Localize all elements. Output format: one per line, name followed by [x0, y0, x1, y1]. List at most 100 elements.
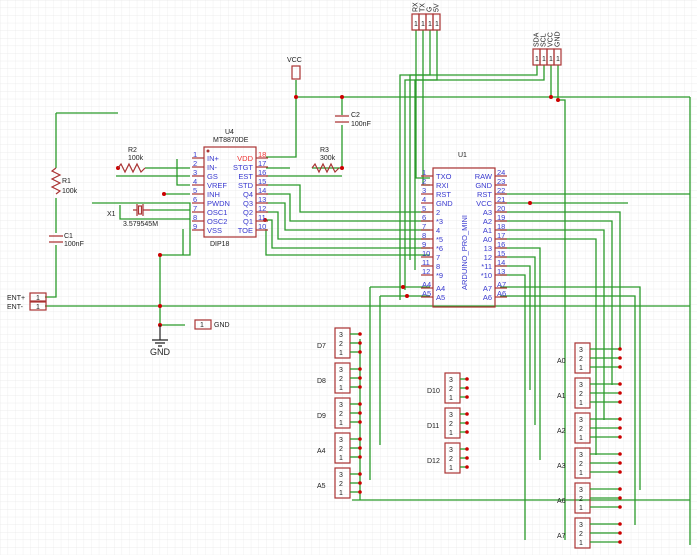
u1-pin-number: A4 [422, 280, 431, 289]
u4-pin-number: 17 [258, 159, 266, 168]
connector-pin-number: 2 [449, 421, 453, 428]
connector-label: D8 [317, 378, 326, 385]
header-pin-label: G [427, 7, 434, 12]
junction [618, 426, 622, 430]
junction [618, 417, 622, 421]
connector-pin-number: 3 [449, 377, 453, 384]
junction [465, 386, 469, 390]
u1-pin-number: 18 [497, 222, 505, 231]
u1-pin-number: 20 [497, 204, 505, 213]
connector-pin-number: 3 [579, 487, 583, 494]
junction [465, 395, 469, 399]
gnd-connector-pin: 1 [200, 322, 204, 329]
connector-label: A4 [317, 448, 326, 455]
header-pin-number: 1 [421, 21, 425, 28]
junction [618, 496, 622, 500]
u4-pin-name: Q2 [243, 208, 253, 217]
junction [618, 531, 622, 535]
header-pin-label: VCC [548, 32, 555, 47]
u1-pin-name: A0 [483, 235, 492, 244]
gnd-symbol-label: GND [150, 347, 171, 357]
connector-pin-number: 2 [339, 411, 343, 418]
u4-pin-number: 12 [258, 204, 266, 213]
junction [358, 385, 362, 389]
schematic-canvas: U4 MT8870DE DIP18 1 IN+ 2 IN- 3 GS 4 VREF 5 INH 6 P… [0, 0, 697, 555]
connector-pin-number: 1 [449, 430, 453, 437]
u4-pin-name: IN+ [207, 154, 220, 163]
header-pin-label: RX [413, 2, 420, 12]
u1-pin-number: 23 [497, 177, 505, 186]
connector-pin-number: 3 [579, 347, 583, 354]
connector-label: A2 [557, 428, 566, 435]
junction [618, 365, 622, 369]
ent-plus-label: ENT+ [7, 295, 25, 302]
u4-pin-name: OSC1 [207, 208, 227, 217]
header-pin-number: 1 [549, 56, 553, 63]
u4-ref: U4 [225, 129, 234, 136]
connector-pin-number: 1 [579, 470, 583, 477]
u4-pin-name: TOE [238, 226, 253, 235]
vcc-label: VCC [287, 57, 302, 64]
u1-pin-number: 24 [497, 168, 505, 177]
connector-pin-number: 3 [339, 332, 343, 339]
u1-pin-number: 10 [422, 249, 430, 258]
connector-label: A7 [557, 533, 566, 540]
connector-pin-number: 2 [579, 531, 583, 538]
connector-pin-number: 1 [449, 395, 453, 402]
connector-pin-number: 1 [339, 455, 343, 462]
header-pin-label: TX [420, 3, 427, 12]
u4-pin-number: 5 [193, 186, 197, 195]
u1-pin-name: A2 [483, 217, 492, 226]
connector-pin-number: 3 [339, 472, 343, 479]
junction [358, 481, 362, 485]
u1-pin-number: 15 [497, 249, 505, 258]
connector-pin-number: 1 [339, 385, 343, 392]
u1-pin-number: 11 [422, 258, 430, 267]
u1-pin-name: *5 [436, 235, 443, 244]
c2-ref: C2 [351, 112, 360, 119]
u4-pin-name: PWDN [207, 199, 230, 208]
u1-pin-number: 19 [497, 213, 505, 222]
connector-label: A3 [557, 463, 566, 470]
connector-pin-number: 3 [579, 382, 583, 389]
junction [618, 470, 622, 474]
u4-pin-number: 14 [258, 186, 266, 195]
u4-pin-name: EST [238, 172, 253, 181]
junction [618, 487, 622, 491]
junction [618, 505, 622, 509]
junction [358, 402, 362, 406]
u1-pin-number: 12 [422, 267, 430, 276]
connector-label: D9 [317, 413, 326, 420]
r3-value: 300k [320, 155, 336, 162]
u1-pin-name: RAW [475, 172, 493, 181]
connector-pin-number: 2 [579, 426, 583, 433]
connector-pin-number: 3 [579, 452, 583, 459]
gnd-connector-label: GND [214, 322, 230, 329]
u1-pin-name: A3 [483, 208, 492, 217]
connector-label: A0 [557, 358, 566, 365]
c2-value: 100nF [351, 121, 371, 128]
connector-label: D10 [427, 388, 440, 395]
u4-pin-number: 6 [193, 195, 197, 204]
connector-pin-number: 2 [449, 456, 453, 463]
header-pin-label: GND [555, 31, 562, 47]
junction [465, 456, 469, 460]
connector-label: A5 [317, 483, 326, 490]
u1-pin-name: 13 [484, 244, 492, 253]
u4-pin-name: OSC2 [207, 217, 227, 226]
connector-pin-number: 1 [579, 400, 583, 407]
junction [618, 461, 622, 465]
connector-pin-number: 1 [339, 420, 343, 427]
junction [358, 472, 362, 476]
u1-pin-number: 6 [422, 213, 426, 222]
c1-value: 100nF [64, 241, 84, 248]
connector-pin-number: 1 [449, 465, 453, 472]
u4-pin-name: GS [207, 172, 218, 181]
u1-pin-number: 8 [422, 231, 426, 240]
u4-pin-number: 3 [193, 168, 197, 177]
connector-pin-number: 3 [579, 417, 583, 424]
u1-pin-name: *10 [481, 271, 492, 280]
u1-pin-name: GND [436, 199, 453, 208]
u4-pin-number: 18 [258, 150, 266, 159]
r1-ref: R1 [62, 178, 71, 185]
